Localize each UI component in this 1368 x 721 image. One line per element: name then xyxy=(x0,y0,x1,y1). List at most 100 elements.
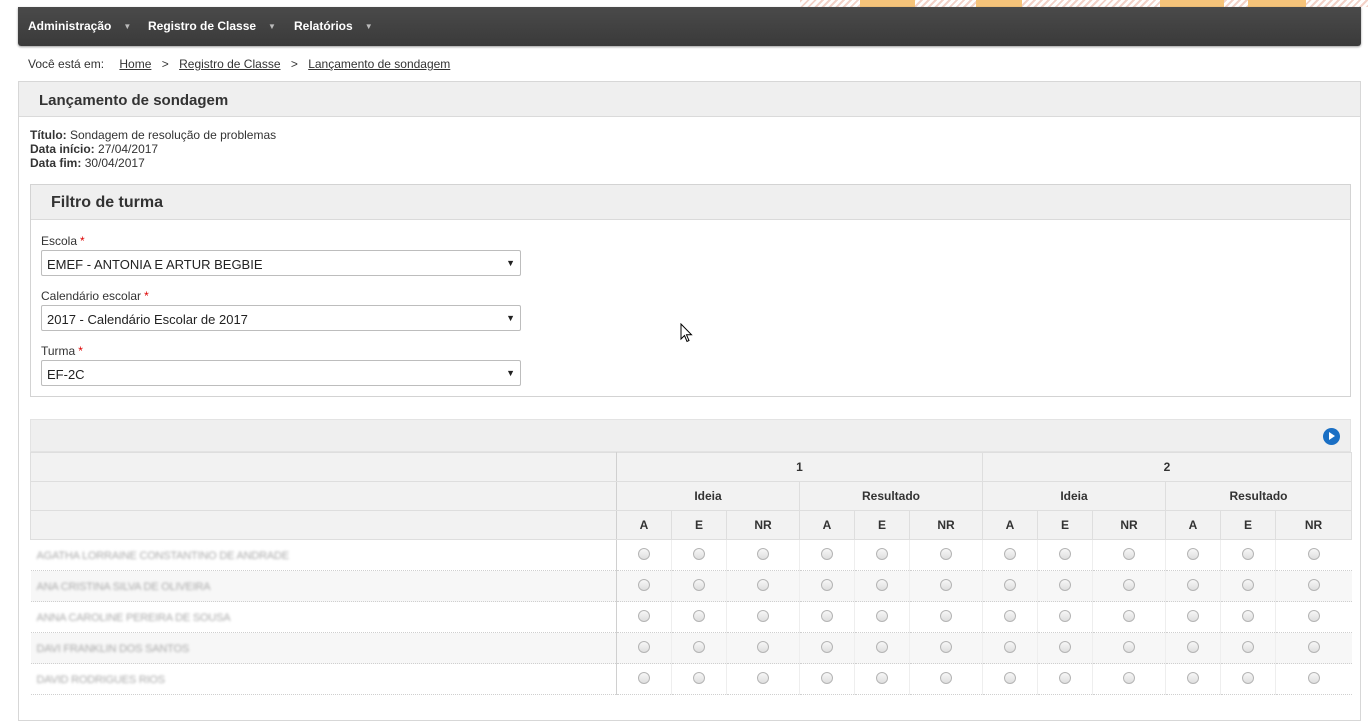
option-cell xyxy=(909,601,983,633)
student-name: ANA CRISTINA SILVA DE OLIVEIRA xyxy=(36,581,211,593)
option-radio[interactable] xyxy=(1059,609,1071,622)
option-radio[interactable] xyxy=(693,640,705,653)
option-radio[interactable] xyxy=(1307,578,1320,591)
option-radio[interactable] xyxy=(1123,671,1135,684)
option-radio[interactable] xyxy=(693,609,705,622)
option-radio[interactable] xyxy=(876,671,888,684)
option-radio[interactable] xyxy=(638,609,650,622)
option-radio[interactable] xyxy=(1004,547,1016,560)
breadcrumb-link-registro[interactable]: Registro de Classe xyxy=(179,57,280,71)
option-radio[interactable] xyxy=(757,671,769,684)
calendario-label: Calendário escolar * xyxy=(41,289,149,303)
main-panel: Lançamento de sondagem Título: Sondagem … xyxy=(18,81,1361,721)
option-radio[interactable] xyxy=(693,671,705,684)
header-row-groups: 1 2 xyxy=(30,452,1352,482)
option-radio[interactable] xyxy=(1307,640,1320,653)
option-radio[interactable] xyxy=(940,609,952,622)
option-radio[interactable] xyxy=(1123,578,1135,591)
option-cell xyxy=(616,539,672,571)
option-radio[interactable] xyxy=(1123,547,1135,560)
info-label: Data início: xyxy=(30,142,95,156)
menu-item-label: Relatórios xyxy=(294,19,353,33)
option-radio[interactable] xyxy=(821,609,833,622)
option-radio[interactable] xyxy=(1242,547,1254,560)
play-next-icon[interactable] xyxy=(1323,428,1340,445)
option-header: A xyxy=(982,510,1038,540)
option-radio[interactable] xyxy=(821,547,833,560)
option-radio[interactable] xyxy=(821,578,833,591)
option-radio[interactable] xyxy=(876,640,888,653)
option-radio[interactable] xyxy=(693,547,705,560)
option-radio[interactable] xyxy=(693,578,705,591)
option-cell xyxy=(726,663,800,695)
chevron-down-icon: ▼ xyxy=(506,258,515,268)
option-radio[interactable] xyxy=(1187,640,1199,653)
option-cell xyxy=(1092,663,1166,695)
sondagem-grid: 1 2 Ideia Resultado Ideia Resultado A E … xyxy=(30,452,1352,695)
option-radio[interactable] xyxy=(940,547,952,560)
option-radio[interactable] xyxy=(1059,671,1071,684)
option-radio[interactable] xyxy=(1187,609,1199,622)
option-radio[interactable] xyxy=(1242,609,1254,622)
chevron-down-icon: ▼ xyxy=(506,368,515,378)
option-cell xyxy=(671,539,727,571)
option-radio[interactable] xyxy=(638,547,650,560)
calendario-select[interactable]: 2017 - Calendário Escolar de 2017 ▼ xyxy=(41,305,521,331)
option-radio[interactable] xyxy=(1059,547,1071,560)
escola-select[interactable]: EMEF - ANTONIA E ARTUR BEGBIE ▼ xyxy=(41,250,521,276)
option-radio[interactable] xyxy=(1242,578,1254,591)
option-radio[interactable] xyxy=(1307,547,1320,560)
option-radio[interactable] xyxy=(638,640,650,653)
option-radio[interactable] xyxy=(821,671,833,684)
option-cell xyxy=(616,601,672,633)
option-radio[interactable] xyxy=(757,578,769,591)
option-radio[interactable] xyxy=(757,640,769,653)
option-radio[interactable] xyxy=(1307,671,1320,684)
option-radio[interactable] xyxy=(1242,671,1254,684)
option-radio[interactable] xyxy=(876,609,888,622)
option-header: A xyxy=(799,510,855,540)
table-row: DAVID RODRIGUES RIOS xyxy=(30,663,1352,695)
turma-select[interactable]: EF-2C ▼ xyxy=(41,360,521,386)
dropdown-arrow-icon: ▼ xyxy=(268,22,276,32)
student-name: AGATHA LORRAINE CONSTANTINO DE ANDRADE xyxy=(36,550,290,562)
option-radio[interactable] xyxy=(940,640,952,653)
option-radio[interactable] xyxy=(1004,640,1016,653)
mouse-cursor-icon xyxy=(680,323,693,343)
option-radio[interactable] xyxy=(940,578,952,591)
option-radio[interactable] xyxy=(638,578,650,591)
option-cell xyxy=(1275,601,1352,633)
option-radio[interactable] xyxy=(1187,578,1199,591)
option-radio[interactable] xyxy=(1307,609,1320,622)
breadcrumb-link-home[interactable]: Home xyxy=(119,57,151,71)
option-cell xyxy=(1275,570,1352,602)
option-radio[interactable] xyxy=(1059,640,1071,653)
option-cell xyxy=(1165,663,1221,695)
option-radio[interactable] xyxy=(1059,578,1071,591)
header-blank xyxy=(30,510,617,540)
option-radio[interactable] xyxy=(876,578,888,591)
option-cell xyxy=(726,539,800,571)
breadcrumb-link-current[interactable]: Lançamento de sondagem xyxy=(308,57,450,71)
option-radio[interactable] xyxy=(1187,671,1199,684)
option-radio[interactable] xyxy=(638,671,650,684)
menu-item-administracao[interactable]: Administração ▼ xyxy=(28,7,131,46)
subgroup-header: Ideia xyxy=(982,481,1166,511)
option-radio[interactable] xyxy=(757,609,769,622)
menu-item-relatorios[interactable]: Relatórios ▼ xyxy=(294,7,373,46)
option-radio[interactable] xyxy=(940,671,952,684)
option-radio[interactable] xyxy=(1242,640,1254,653)
option-radio[interactable] xyxy=(1004,671,1016,684)
student-name: DAVID RODRIGUES RIOS xyxy=(36,674,166,686)
option-radio[interactable] xyxy=(1123,640,1135,653)
option-radio[interactable] xyxy=(1187,547,1199,560)
option-radio[interactable] xyxy=(1004,609,1016,622)
option-radio[interactable] xyxy=(1004,578,1016,591)
option-cell xyxy=(799,570,855,602)
option-radio[interactable] xyxy=(821,640,833,653)
option-radio[interactable] xyxy=(1123,609,1135,622)
menu-item-registro-de-classe[interactable]: Registro de Classe ▼ xyxy=(148,7,276,46)
student-name-cell: ANNA CAROLINE PEREIRA DE SOUSA xyxy=(30,601,617,633)
option-radio[interactable] xyxy=(757,547,769,560)
option-radio[interactable] xyxy=(876,547,888,560)
